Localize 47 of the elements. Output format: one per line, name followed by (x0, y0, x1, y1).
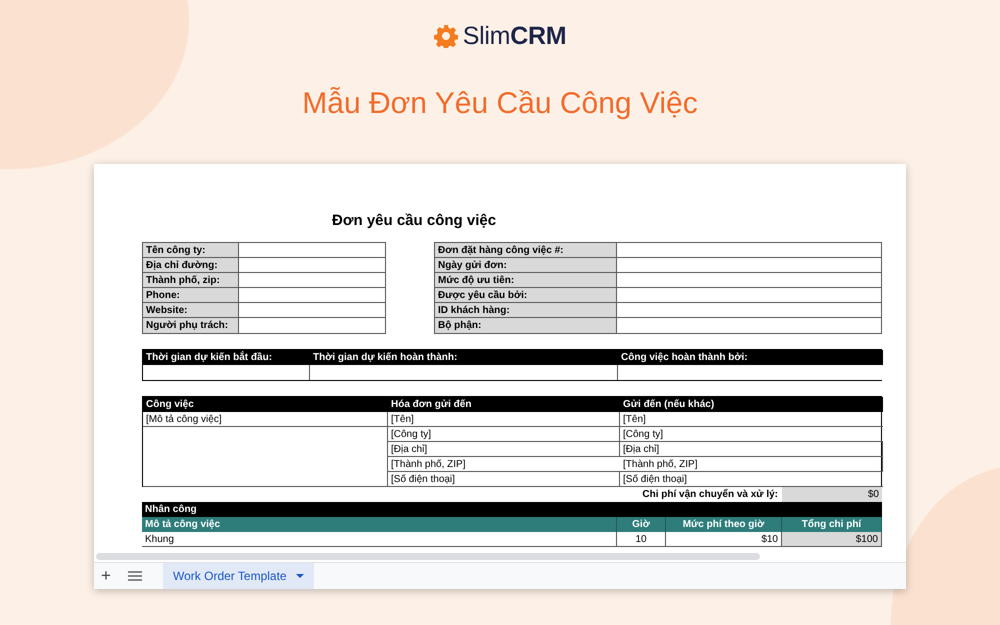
add-sheet-button[interactable]: + (95, 563, 117, 589)
table-cell: [Công ty] (388, 427, 620, 442)
table-cell: $100 (782, 532, 882, 547)
scrollbar-thumb[interactable] (96, 553, 760, 560)
field-label: ID khách hàng: (435, 303, 617, 318)
field-label: Địa chỉ đường: (143, 258, 239, 273)
form-title: Đơn yêu cầu công việc (332, 212, 498, 231)
column-header: Mức phí theo giờ (666, 517, 782, 532)
column-header: Hóa đơn gửi đến (388, 397, 620, 412)
column-header: Thời gian dự kiến hoàn thành: (310, 350, 618, 365)
column-header: Thời gian dự kiến bắt đầu: (143, 350, 310, 365)
column-header: Công việc hoàn thành bởi: (618, 350, 883, 365)
table-cell: Khung (142, 532, 617, 547)
table-cell: [Số điện thoại] (388, 472, 620, 487)
field-label: Đơn đặt hàng công việc #: (435, 243, 617, 258)
table-cell: [Tên] (388, 412, 620, 427)
table-cell: $0 (782, 487, 882, 502)
cost-label: Chi phí vận chuyển và xử lý: (642, 489, 779, 500)
field-label: Website: (143, 303, 239, 318)
brand-name: SlimCRM (462, 22, 566, 50)
field-label: Ngày gửi đơn: (435, 258, 617, 273)
table-cell: $10 (666, 532, 782, 547)
table-cell: 10 (617, 532, 666, 547)
field-label: Được yêu cầu bởi: (435, 288, 617, 303)
table-cell: [Địa chỉ] (388, 442, 620, 457)
table-cell: [Công ty] (620, 427, 883, 442)
column-header: Giờ (617, 517, 666, 532)
field-label: Bộ phận: (435, 318, 617, 333)
field-label: Người phụ trách: (143, 318, 239, 333)
column-header: Công việc (143, 397, 388, 412)
column-header: Mô tả công việc (142, 517, 617, 532)
caret-icon (296, 574, 304, 578)
field-label: Phone: (143, 288, 239, 303)
column-header: Gửi đến (nếu khác) (620, 397, 883, 412)
field-label: Tên công ty: (143, 243, 239, 258)
section-header: Nhân công (142, 502, 882, 517)
table-cell: [Thành phố, ZIP] (620, 457, 883, 472)
table-cell: [Tên] (620, 412, 883, 427)
sheet-tab[interactable]: Work Order Template (163, 563, 314, 589)
column-header: Tổng chi phí (782, 517, 882, 532)
field-label: Mức độ ưu tiên: (435, 273, 617, 288)
field-label: Thành phố, zip: (143, 273, 239, 288)
table-cell: [Thành phố, ZIP] (388, 457, 620, 472)
gear-icon (434, 24, 458, 48)
page-heading: Mẫu Đơn Yêu Cầu Công Việc (302, 86, 698, 122)
table-cell: [Mô tả công việc] (143, 412, 388, 427)
table-cell: [Địa chỉ] (620, 442, 883, 457)
